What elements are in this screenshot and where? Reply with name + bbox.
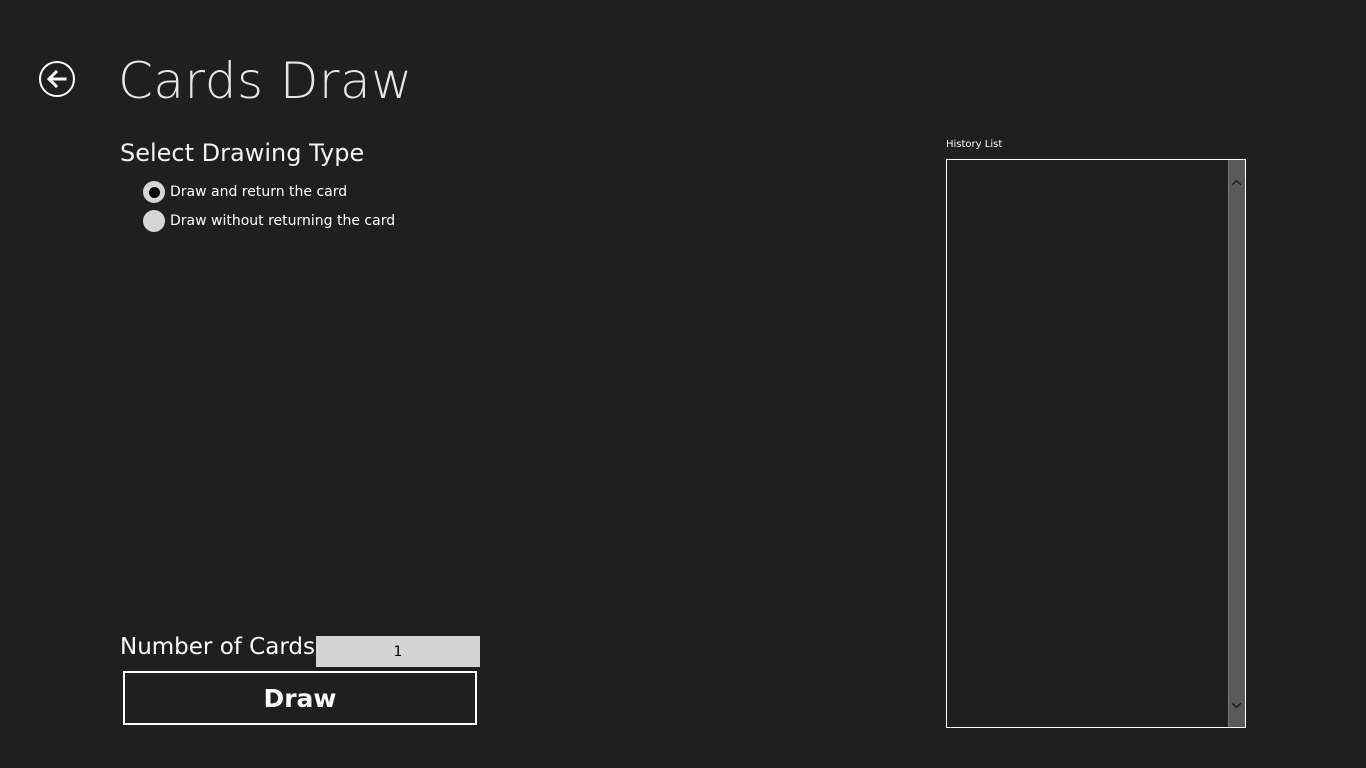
draw-button[interactable]: Draw: [123, 671, 477, 725]
page-title: Cards Draw: [118, 52, 413, 110]
radio-draw-and-return[interactable]: Draw and return the card: [143, 180, 347, 204]
app-page: Cards Draw Select Drawing Type Draw and …: [0, 0, 1366, 768]
chevron-up-icon: [1231, 179, 1242, 185]
history-scrollbar[interactable]: [1228, 160, 1245, 727]
radio-button-unselected[interactable]: [143, 210, 165, 232]
radio-label: Draw without returning the card: [170, 213, 396, 229]
radio-button-selected[interactable]: [143, 181, 165, 203]
scroll-up-button[interactable]: [1228, 174, 1245, 190]
radio-selected-dot: [148, 186, 160, 198]
number-of-cards-label: Number of Cards: [120, 634, 315, 660]
scroll-down-button[interactable]: [1228, 697, 1245, 713]
history-list[interactable]: [946, 159, 1246, 728]
number-of-cards-input[interactable]: [316, 636, 480, 667]
radio-draw-without-returning[interactable]: Draw without returning the card: [143, 209, 395, 233]
scroll-thumb[interactable]: [1228, 160, 1245, 727]
history-list-label: History List: [946, 139, 1003, 150]
arrow-left-icon: [46, 69, 67, 89]
back-button[interactable]: [39, 61, 75, 97]
drawing-type-heading: Select Drawing Type: [120, 139, 365, 167]
chevron-down-icon: [1231, 702, 1242, 708]
radio-label: Draw and return the card: [170, 184, 348, 200]
